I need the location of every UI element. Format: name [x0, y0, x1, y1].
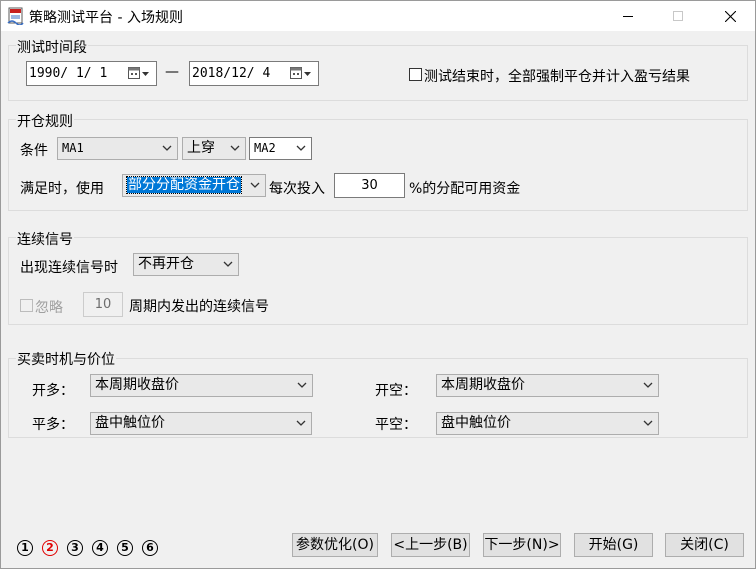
when-satisfied-label: 满足时，使用 [20, 181, 104, 197]
close-short-label: 平空： [375, 417, 417, 433]
step-indicator-3: 3 [67, 540, 83, 556]
close-button[interactable]: 关闭(C) [665, 533, 744, 557]
chevron-down-icon [230, 145, 240, 151]
app-icon [7, 7, 24, 25]
minimize-icon [623, 16, 633, 17]
step-indicator-4: 4 [92, 540, 108, 556]
step-indicator-6: 6 [142, 540, 158, 556]
group-timing-label: 买卖时机与价位 [16, 349, 116, 369]
close-short-select[interactable]: 盘中触位价 [436, 412, 659, 435]
open-long-label: 开多： [32, 383, 74, 399]
chevron-down-icon [296, 420, 306, 426]
calendar-dropdown-icon [128, 67, 149, 79]
maximize-icon [673, 11, 683, 21]
right-indicator-select[interactable]: MA2 [249, 137, 312, 160]
ignore-period-suffix: 周期内发出的连续信号 [129, 299, 269, 315]
chevron-down-icon [643, 420, 653, 426]
signal-action-select[interactable]: 不再开仓 [133, 253, 239, 276]
signal-action-value: 不再开仓 [138, 256, 194, 272]
left-indicator-value: MA1 [62, 141, 84, 155]
step-indicator-1: 1 [17, 540, 33, 556]
close-long-select[interactable]: 盘中触位价 [90, 412, 312, 435]
calendar-dropdown-icon [290, 67, 311, 79]
group-open-rule-label: 开仓规则 [16, 111, 74, 131]
ignore-period-input[interactable]: 10 [83, 292, 123, 317]
each-input-label: 每次投入 [269, 181, 325, 197]
operator-select[interactable]: 上穿 [182, 137, 246, 160]
open-short-label: 开空： [375, 383, 417, 399]
force-close-checkbox[interactable] [409, 68, 422, 81]
open-mode-value: 部分分配资金开仓 [126, 176, 242, 194]
open-short-select[interactable]: 本周期收盘价 [436, 374, 659, 397]
start-button[interactable]: 开始(G) [574, 533, 653, 557]
open-long-value: 本周期收盘价 [95, 377, 179, 393]
start-date-picker[interactable]: 1990/ 1/ 1 [26, 61, 157, 86]
ignore-label[interactable]: 忽略 [35, 297, 63, 317]
ignore-checkbox[interactable] [20, 299, 33, 312]
step-indicator-2: 2 [42, 540, 58, 556]
chevron-down-icon [296, 145, 306, 151]
right-indicator-value: MA2 [254, 141, 276, 155]
open-mode-select[interactable]: 部分分配资金开仓 [122, 174, 266, 197]
close-long-label: 平多： [32, 417, 74, 433]
minimize-button[interactable] [605, 1, 651, 31]
chevron-down-icon [643, 382, 653, 388]
on-signal-label: 出现连续信号时 [20, 260, 118, 276]
title-bar[interactable]: 策略测试平台 - 入场规则 [1, 1, 755, 31]
percent-suffix-label: %的分配可用资金 [409, 181, 521, 197]
operator-value: 上穿 [187, 140, 215, 156]
step-indicator-5: 5 [117, 540, 133, 556]
prev-step-button[interactable]: <上一步(B) [391, 533, 470, 557]
chevron-down-icon [162, 145, 172, 151]
optimize-params-button[interactable]: 参数优化(O) [292, 533, 378, 557]
maximize-button[interactable] [655, 1, 701, 31]
end-date-picker[interactable]: 2018/12/ 4 [189, 61, 319, 86]
chevron-down-icon [223, 261, 233, 267]
close-window-button[interactable] [707, 1, 753, 31]
percent-input[interactable]: 30 [334, 173, 405, 198]
chevron-down-icon [250, 182, 260, 188]
open-long-select[interactable]: 本周期收盘价 [90, 374, 313, 397]
date-separator: — [165, 64, 179, 80]
open-short-value: 本周期收盘价 [441, 377, 525, 393]
dialog-window: 策略测试平台 - 入场规则 测试时间段 1990/ 1/ 1 — 2018/12… [0, 0, 756, 569]
end-date-value: 2018/12/ 4 [192, 66, 271, 81]
group-time-period-label: 测试时间段 [16, 37, 88, 57]
close-icon [724, 10, 736, 22]
next-step-button[interactable]: 下一步(N)> [483, 533, 561, 557]
close-long-value: 盘中触位价 [95, 415, 165, 431]
start-date-value: 1990/ 1/ 1 [29, 66, 108, 81]
window-title: 策略测试平台 - 入场规则 [29, 10, 183, 26]
force-close-label[interactable]: 测试结束时，全部强制平仓并计入盈亏结果 [424, 66, 690, 86]
chevron-down-icon [297, 382, 307, 388]
left-indicator-select[interactable]: MA1 [57, 137, 178, 160]
group-continuous-signal-label: 连续信号 [16, 229, 74, 249]
condition-label: 条件 [20, 143, 48, 159]
close-short-value: 盘中触位价 [441, 415, 511, 431]
